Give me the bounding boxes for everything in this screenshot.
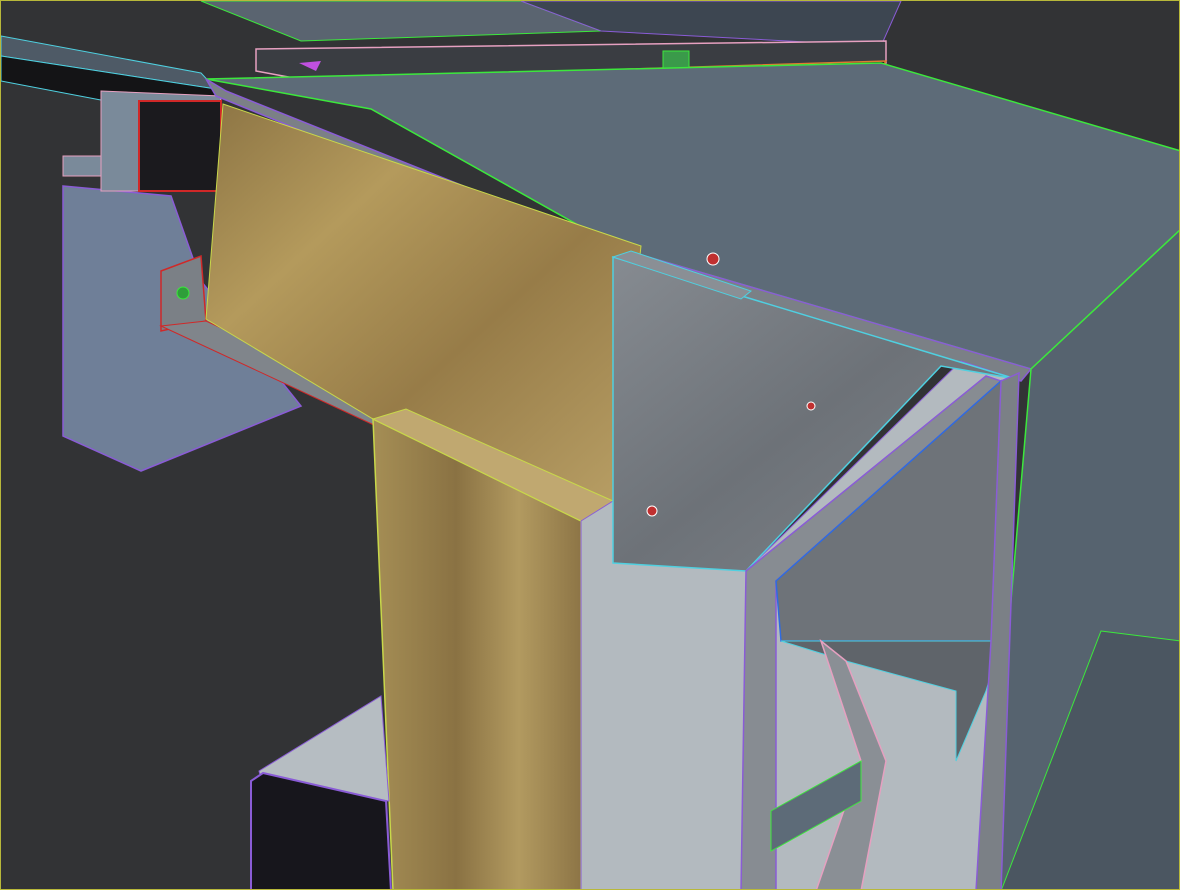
3d-viewport[interactable] bbox=[0, 0, 1180, 890]
screw-icon bbox=[176, 286, 190, 300]
rivet-icon bbox=[646, 505, 658, 517]
scene bbox=[1, 1, 1179, 889]
window-clip bbox=[62, 155, 102, 177]
window-gasket bbox=[138, 100, 222, 192]
rivet-icon bbox=[806, 401, 816, 411]
rivet-icon bbox=[706, 252, 720, 266]
